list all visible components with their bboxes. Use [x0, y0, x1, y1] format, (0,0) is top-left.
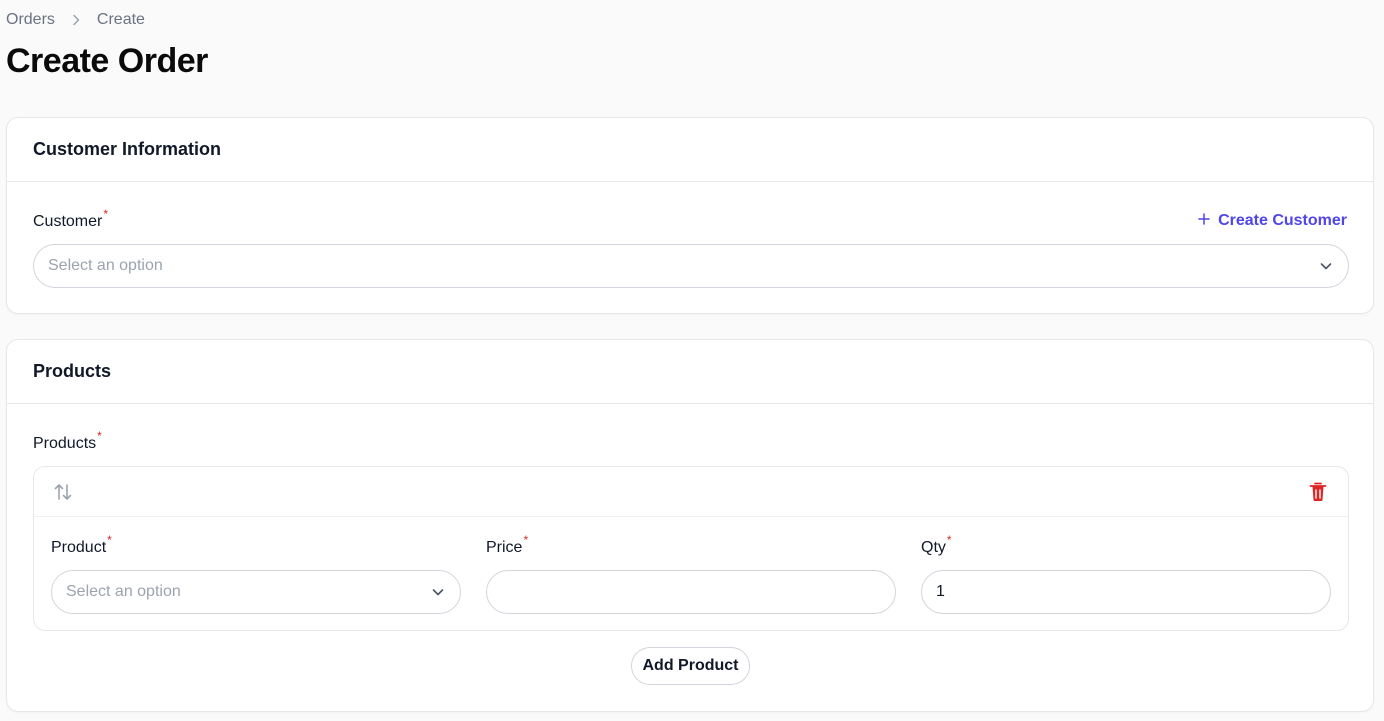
- product-select[interactable]: Select an option: [51, 570, 461, 614]
- add-product-button[interactable]: Add Product: [631, 647, 750, 685]
- required-marker: *: [97, 429, 102, 443]
- page: Orders Create Create Order Customer Info…: [0, 0, 1384, 721]
- reorder-arrows-icon[interactable]: [52, 481, 74, 503]
- product-label-text: Product: [51, 539, 107, 556]
- required-marker: *: [103, 207, 109, 221]
- chevron-down-icon: [430, 584, 446, 600]
- products-title: Products: [7, 340, 1373, 404]
- qty-label-text: Qty: [921, 539, 946, 556]
- trash-icon[interactable]: [1308, 481, 1328, 503]
- customer-select[interactable]: Select an option: [33, 244, 1349, 288]
- plus-icon: [1198, 212, 1210, 230]
- product-field-label: Product *: [51, 533, 112, 557]
- breadcrumb: Orders Create: [6, 11, 145, 29]
- price-input[interactable]: [486, 570, 896, 614]
- product-select-placeholder: Select an option: [66, 583, 181, 600]
- customer-select-placeholder: Select an option: [48, 257, 163, 274]
- customer-label-text: Customer: [33, 213, 103, 230]
- customer-information-card: Customer Information Customer * Create C…: [6, 117, 1374, 314]
- chevron-down-icon: [1318, 258, 1334, 274]
- repeater-item-header: [34, 467, 1348, 517]
- customer-information-body: Customer * Create Customer Select an opt…: [7, 182, 1373, 314]
- price-label-text: Price: [486, 539, 523, 556]
- chevron-right-icon: [69, 13, 83, 27]
- products-body: Products * Product * Select an option Pr…: [7, 404, 1373, 712]
- required-marker: *: [946, 533, 952, 547]
- required-marker: *: [107, 533, 112, 547]
- qty-input-value: 1: [936, 583, 945, 600]
- price-field-label: Price *: [486, 533, 528, 557]
- breadcrumb-orders-link[interactable]: Orders: [6, 11, 55, 29]
- qty-field-label: Qty *: [921, 533, 952, 557]
- products-label-text: Products: [33, 435, 97, 452]
- customer-field-label: Customer *: [33, 207, 108, 231]
- create-customer-button[interactable]: Create Customer: [1198, 212, 1347, 230]
- qty-input[interactable]: 1: [921, 570, 1331, 614]
- breadcrumb-current: Create: [96, 11, 145, 28]
- product-repeater-item: Product * Select an option Price * Qty *…: [33, 466, 1349, 631]
- page-title: Create Order: [6, 42, 208, 80]
- products-card: Products Products * Product * Select an …: [6, 339, 1374, 712]
- products-field-label: Products *: [33, 429, 102, 453]
- create-customer-label: Create Customer: [1218, 212, 1347, 229]
- customer-information-title: Customer Information: [7, 118, 1373, 182]
- required-marker: *: [523, 533, 529, 547]
